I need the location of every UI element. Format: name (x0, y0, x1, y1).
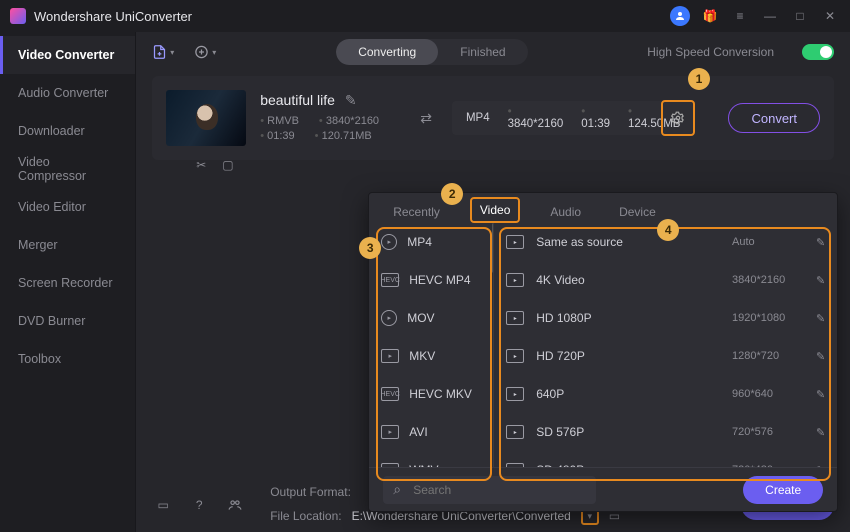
minimize-icon[interactable]: — (760, 6, 780, 26)
add-folder-button[interactable]: ▾ (194, 41, 216, 63)
format-wmv[interactable]: ▸WMV (369, 451, 493, 467)
callout-1: 1 (688, 68, 710, 90)
tab-converting[interactable]: Converting (336, 39, 438, 65)
format-hevc-mp4[interactable]: HEVCHEVC MP4 (369, 261, 493, 299)
res-4k[interactable]: ▸4K Video3840*2160✎ (494, 261, 837, 299)
popover-tab-device[interactable]: Device (611, 201, 664, 223)
create-button[interactable]: Create (743, 476, 823, 504)
gift-icon[interactable]: 🎁 (700, 6, 720, 26)
sidebar-item-video-converter[interactable]: Video Converter (0, 36, 135, 74)
popover-tab-audio[interactable]: Audio (542, 201, 589, 223)
menu-icon[interactable]: ≡ (730, 6, 750, 26)
format-mov[interactable]: ▸MOV (369, 299, 493, 337)
src-format: RMVB (260, 115, 299, 127)
edit-icon[interactable]: ✎ (816, 236, 825, 249)
sidebar-item-screen-recorder[interactable]: Screen Recorder (0, 264, 135, 302)
clip-info: beautiful life ✎ RMVB 3840*2160 01:39 12… (260, 92, 400, 145)
help-icon[interactable]: ? (188, 494, 210, 516)
output-format-label: Output Format: (270, 485, 351, 499)
sidebar-item-audio-converter[interactable]: Audio Converter (0, 74, 135, 112)
res-576p[interactable]: ▸SD 576P720*576✎ (494, 413, 837, 451)
src-duration: 01:39 (260, 130, 294, 142)
close-icon[interactable]: ✕ (820, 6, 840, 26)
output-summary[interactable]: MP4 3840*2160 01:39 124.50MB (452, 101, 695, 135)
sidebar: Video Converter Audio Converter Download… (0, 32, 136, 532)
convert-button[interactable]: Convert (728, 103, 820, 133)
cut-icon[interactable]: ✂ (196, 158, 206, 172)
resolution-list[interactable]: ▸Same as sourceAuto✎ ▸4K Video3840*2160✎… (494, 223, 837, 467)
out-duration: 01:39 (581, 106, 610, 130)
format-list[interactable]: ▸MP4 HEVCHEVC MP4 ▸MOV ▸MKV HEVCHEVC MKV… (369, 223, 494, 467)
sidebar-item-video-editor[interactable]: Video Editor (0, 188, 135, 226)
user-icon[interactable] (670, 6, 690, 26)
format-search-input[interactable] (383, 476, 596, 504)
res-720p[interactable]: ▸HD 720P1280*720✎ (494, 337, 837, 375)
high-speed-label: High Speed Conversion (647, 45, 774, 59)
crop-icon[interactable]: ▢ (222, 158, 233, 172)
add-file-button[interactable]: ▾ (152, 41, 174, 63)
clip-thumbnail[interactable] (166, 90, 246, 146)
file-location-label: File Location: (270, 509, 341, 523)
app-logo (10, 8, 26, 24)
title-bar: Wondershare UniConverter 🎁 ≡ — □ ✕ (0, 0, 850, 32)
out-res: 3840*2160 (508, 106, 564, 130)
sidebar-item-video-compressor[interactable]: Video Compressor (0, 150, 135, 188)
src-res: 3840*2160 (319, 115, 379, 127)
res-640p[interactable]: ▸640P960*640✎ (494, 375, 837, 413)
format-popover: 2 3 4 Recently Video Audio Device ▸MP4 H… (368, 192, 838, 512)
clip-card: ✂ ▢ beautiful life ✎ RMVB 3840*2160 01:3… (152, 76, 834, 160)
format-mp4[interactable]: ▸MP4 (369, 223, 493, 261)
popover-tab-recently[interactable]: Recently (385, 201, 448, 223)
sidebar-item-merger[interactable]: Merger (0, 226, 135, 264)
high-speed-toggle[interactable] (802, 44, 834, 60)
format-mkv[interactable]: ▸MKV (369, 337, 493, 375)
status-tabs: Converting Finished (336, 39, 527, 65)
output-settings-button[interactable] (661, 100, 695, 136)
edit-icon[interactable]: ✎ (816, 350, 825, 363)
maximize-icon[interactable]: □ (790, 6, 810, 26)
src-size: 120.71MB (315, 130, 372, 142)
format-avi[interactable]: ▸AVI (369, 413, 493, 451)
main-panel: ▾ ▾ Converting Finished High Speed Conve… (136, 32, 850, 532)
popover-tabs: Recently Video Audio Device (369, 193, 837, 223)
tab-finished[interactable]: Finished (438, 39, 527, 65)
popover-tab-video[interactable]: Video (470, 197, 520, 223)
people-icon[interactable] (224, 494, 246, 516)
sidebar-item-dvd-burner[interactable]: DVD Burner (0, 302, 135, 340)
toolbar: ▾ ▾ Converting Finished High Speed Conve… (136, 32, 850, 72)
format-hevc-mkv[interactable]: HEVCHEVC MKV (369, 375, 493, 413)
edit-icon[interactable]: ✎ (816, 464, 825, 468)
res-1080p[interactable]: ▸HD 1080P1920*1080✎ (494, 299, 837, 337)
sidebar-item-toolbox[interactable]: Toolbox (0, 340, 135, 378)
edit-icon[interactable]: ✎ (816, 426, 825, 439)
res-480p[interactable]: ▸SD 480P720*480✎ (494, 451, 837, 467)
out-format: MP4 (466, 112, 490, 124)
rename-icon[interactable]: ✎ (345, 92, 357, 109)
clip-title: beautiful life (260, 92, 335, 108)
edit-icon[interactable]: ✎ (816, 388, 825, 401)
app-title: Wondershare UniConverter (34, 9, 192, 24)
edit-icon[interactable]: ✎ (816, 312, 825, 325)
swap-icon[interactable]: ⇄ (414, 110, 438, 127)
popover-footer: Create (369, 467, 837, 511)
edit-icon[interactable]: ✎ (816, 274, 825, 287)
sidebar-item-downloader[interactable]: Downloader (0, 112, 135, 150)
book-icon[interactable]: ▭ (152, 494, 174, 516)
